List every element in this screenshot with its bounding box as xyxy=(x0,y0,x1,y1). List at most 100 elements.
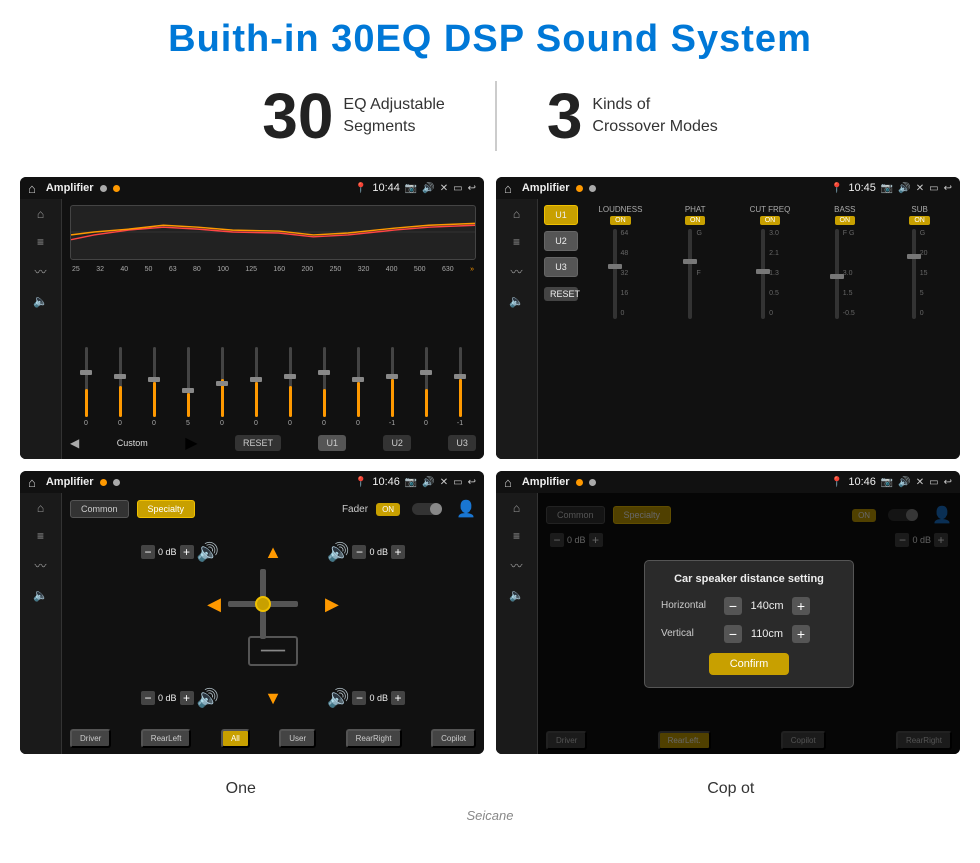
horizontal-minus[interactable]: − xyxy=(724,597,742,615)
driver-btn[interactable]: Driver xyxy=(70,729,111,748)
fader-sidebar-icon3[interactable]: 〰 xyxy=(34,557,46,574)
close-icon-s3[interactable]: ✕ xyxy=(440,477,448,488)
rear-right-plus[interactable]: + xyxy=(391,691,405,705)
screen1-status-icons: 📍 10:44 📷 🔊 ✕ ▭ ↩ xyxy=(355,182,476,194)
eq-sidebar-icon1[interactable]: ⌂ xyxy=(37,207,44,221)
window-icon-s4[interactable]: ▭ xyxy=(929,477,938,488)
rear-right-minus[interactable]: − xyxy=(352,691,366,705)
eq-sidebar-icon3[interactable]: 〰 xyxy=(34,263,46,280)
slider-val-1: 0 xyxy=(118,420,122,427)
chan-cutfreq-label: CUT FREQ xyxy=(750,205,791,214)
reset-btn-s2[interactable]: RESET xyxy=(544,287,578,301)
back-icon-s3[interactable]: ↩ xyxy=(468,477,476,488)
dist-sidebar-icon1[interactable]: ⌂ xyxy=(513,501,520,515)
slider-val-3: 5 xyxy=(186,420,190,427)
fader-sidebar-icon1[interactable]: ⌂ xyxy=(37,501,44,515)
rear-right-val: 0 dB xyxy=(369,693,388,703)
all-btn[interactable]: All xyxy=(221,729,250,748)
rec-dot-s4a xyxy=(576,479,583,486)
home-icon-s4[interactable]: ⌂ xyxy=(504,475,512,490)
confirm-button[interactable]: Confirm xyxy=(709,653,789,675)
horizontal-value: 140cm xyxy=(747,600,787,612)
window-icon-s3[interactable]: ▭ xyxy=(453,477,462,488)
slider-col-4: 0 xyxy=(206,347,238,427)
rear-left-plus[interactable]: + xyxy=(180,691,194,705)
joystick-cross[interactable] xyxy=(228,569,298,639)
copilot-btn[interactable]: Copilot xyxy=(431,729,476,748)
fader-sidebar-icon4[interactable]: 🔈 xyxy=(33,588,48,602)
volume-icon-s4: 🔊 xyxy=(898,477,910,488)
cross-sidebar-icon3[interactable]: 〰 xyxy=(510,263,522,280)
chan-phat-toggle[interactable]: ON xyxy=(685,216,706,225)
fader-toggle[interactable]: ON xyxy=(376,503,400,516)
home-icon-s2[interactable]: ⌂ xyxy=(504,181,512,196)
dist-sidebar-icon2[interactable]: ≡ xyxy=(513,529,520,543)
rec-dot-s3a xyxy=(100,479,107,486)
back-icon-s4[interactable]: ↩ xyxy=(944,477,952,488)
joystick-dot[interactable] xyxy=(255,596,271,612)
front-right-plus[interactable]: + xyxy=(391,545,405,559)
vertical-value: 110cm xyxy=(747,628,787,640)
cross-sidebar-icon1[interactable]: ⌂ xyxy=(513,207,520,221)
u3-preset[interactable]: U3 xyxy=(544,257,578,277)
chan-sub: SUB ON G201550 xyxy=(885,205,954,453)
fader-track[interactable] xyxy=(412,503,442,515)
location-icon-s2: 📍 xyxy=(831,183,843,194)
close-icon-s4[interactable]: ✕ xyxy=(916,477,924,488)
home-icon[interactable]: ⌂ xyxy=(28,181,36,196)
fader-sidebar-icon2[interactable]: ≡ xyxy=(37,529,44,543)
chan-cutfreq-toggle[interactable]: ON xyxy=(760,216,781,225)
tab-common-s3[interactable]: Common xyxy=(70,500,129,518)
joystick[interactable] xyxy=(223,564,303,644)
back-icon[interactable]: ↩ xyxy=(468,183,476,194)
screen4-statusbar: ⌂ Amplifier 📍 10:46 📷 🔊 ✕ ▭ ↩ xyxy=(496,471,960,493)
user-btn[interactable]: User xyxy=(279,729,316,748)
location-icon: 📍 xyxy=(355,183,367,194)
chan-bass-toggle[interactable]: ON xyxy=(835,216,856,225)
close-icon-s2[interactable]: ✕ xyxy=(916,183,924,194)
front-right-minus[interactable]: − xyxy=(352,545,366,559)
dist-sidebar-icon3[interactable]: 〰 xyxy=(510,557,522,574)
expand-icon[interactable]: » xyxy=(470,266,474,273)
dist-sidebar-icon4[interactable]: 🔈 xyxy=(509,588,524,602)
rear-right-btn[interactable]: RearRight xyxy=(346,729,402,748)
close-icon[interactable]: ✕ xyxy=(440,183,448,194)
freq-320: 320 xyxy=(358,266,370,273)
back-icon-s2[interactable]: ↩ xyxy=(944,183,952,194)
u1-preset[interactable]: U1 xyxy=(544,205,578,225)
slider-col-1: 0 xyxy=(104,347,136,427)
eq-sidebar-icon2[interactable]: ≡ xyxy=(37,235,44,249)
screen1-sidebar: ⌂ ≡ 〰 🔈 xyxy=(20,199,62,459)
horizontal-plus[interactable]: + xyxy=(792,597,810,615)
arrow-up-icon: ▲ xyxy=(264,542,282,563)
home-icon-s3[interactable]: ⌂ xyxy=(28,475,36,490)
screen2-content: ⌂ ≡ 〰 🔈 U1 U2 U3 RESET LOUDNESS xyxy=(496,199,960,459)
u2-preset[interactable]: U2 xyxy=(544,231,578,251)
rear-left-btn[interactable]: RearLeft xyxy=(141,729,192,748)
front-left-plus[interactable]: + xyxy=(180,545,194,559)
u3-button[interactable]: U3 xyxy=(448,435,476,451)
slider-col-8: 0 xyxy=(342,347,374,427)
play-icon[interactable]: ▶ xyxy=(185,433,197,453)
screen3-status-icons: 📍 10:46 📷 🔊 ✕ ▭ ↩ xyxy=(355,476,476,488)
prev-icon[interactable]: ◀ xyxy=(70,436,79,450)
eq-bottom-bar: ◀ Custom ▶ RESET U1 U2 U3 xyxy=(70,433,476,453)
window-icon-s2[interactable]: ▭ xyxy=(929,183,938,194)
vertical-minus[interactable]: − xyxy=(724,625,742,643)
chan-loudness-toggle[interactable]: ON xyxy=(610,216,631,225)
chan-sub-toggle[interactable]: ON xyxy=(909,216,930,225)
u1-button[interactable]: U1 xyxy=(318,435,346,451)
rear-left-minus[interactable]: − xyxy=(141,691,155,705)
u2-button[interactable]: U2 xyxy=(383,435,411,451)
front-left-minus[interactable]: − xyxy=(141,545,155,559)
cross-sidebar-icon4[interactable]: 🔈 xyxy=(509,294,524,308)
screens-grid: ⌂ Amplifier 📍 10:44 📷 🔊 ✕ ▭ ↩ ⌂ ≡ 〰 🔈 xyxy=(0,169,980,774)
cross-sidebar-icon2[interactable]: ≡ xyxy=(513,235,520,249)
chan-phat-label: PHAT xyxy=(685,205,706,214)
window-icon[interactable]: ▭ xyxy=(453,183,462,194)
vertical-plus[interactable]: + xyxy=(792,625,810,643)
eq-sidebar-icon4[interactable]: 🔈 xyxy=(33,294,48,308)
tab-specialty-s3[interactable]: Specialty xyxy=(137,500,196,518)
reset-button[interactable]: RESET xyxy=(235,435,281,451)
chan-bass: BASS ON F G 3.01.5-0.5 xyxy=(810,205,879,453)
